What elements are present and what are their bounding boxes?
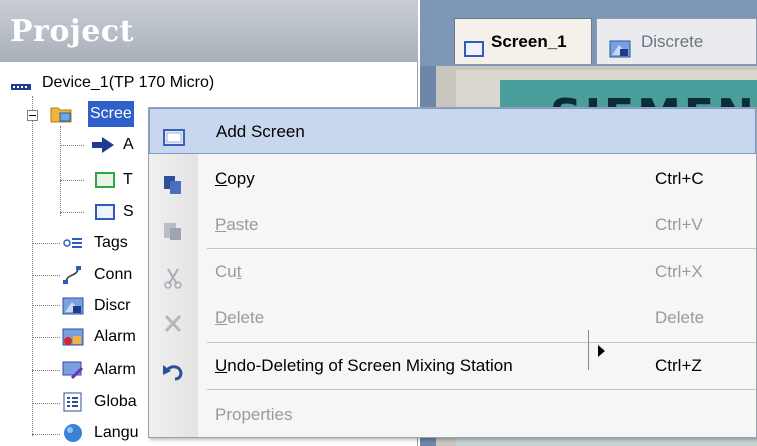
tree-line — [32, 434, 60, 435]
tree-item-label: Globa — [94, 393, 137, 410]
delete-icon — [161, 307, 185, 333]
menu-item-paste[interactable]: Paste Ctrl+V — [149, 202, 756, 248]
alarm-groups-icon — [62, 360, 84, 380]
discrete-alarm-icon — [62, 296, 84, 316]
folder-icon — [50, 104, 72, 124]
tab-label: Screen_1 — [491, 32, 567, 51]
tree-item-label: Tags — [94, 234, 128, 251]
submenu-arrow-icon[interactable] — [598, 345, 605, 357]
tab-discrete-alarms[interactable]: Discrete — [596, 18, 757, 64]
tree-item-label: Langu — [94, 424, 139, 441]
tree-item-label: Discr — [94, 297, 131, 314]
tags-icon — [62, 233, 84, 253]
tree-line — [32, 275, 60, 276]
undo-icon — [161, 355, 185, 381]
tree-item-screens-label: Scree — [88, 101, 134, 127]
device-icon — [10, 73, 32, 93]
menu-item-undo[interactable]: Undo-Deleting of Screen Mixing Station C… — [149, 343, 756, 389]
editor-tab-strip: Screen_1 Discrete — [420, 0, 757, 66]
tree-item-label: A — [123, 136, 134, 153]
tree-item-label: S — [123, 203, 134, 220]
tree-line — [60, 145, 84, 146]
tree-item-device-label: Device_1(TP 170 Micro) — [42, 74, 215, 91]
screen-icon — [463, 31, 485, 57]
menu-item-properties[interactable]: Properties — [149, 392, 756, 438]
menu-item-label: Undo-Deleting of Screen Mixing Station — [215, 356, 513, 375]
globe-icon — [62, 423, 84, 443]
tree-line — [60, 212, 84, 213]
tree-line — [32, 96, 33, 436]
menu-item-label: Delete — [215, 308, 265, 327]
menu-item-cut[interactable]: Cut Ctrl+X — [149, 249, 756, 295]
tab-label: Discrete — [641, 32, 704, 51]
menu-item-label: Add Screen — [216, 122, 305, 141]
tab-screen-1[interactable]: Screen_1 — [454, 18, 592, 64]
menu-item-label: Paste — [215, 215, 259, 234]
menu-item-shortcut: Ctrl+C — [655, 169, 704, 188]
add-screen-icon — [162, 121, 186, 146]
tree-item-label: Conn — [94, 266, 133, 283]
alarm-classes-icon — [62, 327, 84, 347]
tree-line — [60, 180, 84, 181]
tree-line — [32, 243, 60, 244]
menu-item-delete[interactable]: Delete Delete — [149, 295, 756, 341]
connections-icon — [62, 265, 84, 285]
template-screen-icon — [94, 170, 116, 190]
menu-item-copy[interactable]: Copy Ctrl+C — [149, 156, 756, 202]
menu-item-add-screen[interactable]: Add Screen — [149, 108, 756, 154]
tree-line — [32, 337, 60, 338]
global-list-icon — [62, 392, 84, 412]
project-panel-title: Project — [10, 14, 134, 49]
submenu-divider — [588, 330, 589, 370]
project-panel-header: Project — [0, 0, 418, 62]
menu-separator — [207, 389, 756, 390]
context-menu: Add Screen Copy Ctrl+C Paste Ctrl+V Cut … — [148, 107, 757, 438]
tree-line — [32, 403, 60, 404]
screen-icon — [94, 202, 116, 222]
menu-item-label: Properties — [215, 405, 293, 424]
cut-icon — [161, 261, 185, 289]
menu-item-shortcut: Delete — [655, 308, 705, 327]
tree-item-label: Alarm — [94, 328, 136, 345]
arrow-screen-icon — [90, 135, 114, 155]
tree-item-label: Alarm — [94, 361, 136, 378]
discrete-alarm-icon — [609, 31, 631, 58]
menu-item-shortcut: Ctrl+X — [655, 262, 703, 281]
paste-icon — [161, 214, 185, 240]
menu-item-shortcut: Ctrl+Z — [655, 356, 702, 375]
copy-icon — [161, 168, 185, 194]
menu-item-shortcut: Ctrl+V — [655, 215, 703, 234]
tree-line — [60, 126, 61, 216]
tree-item-label: T — [123, 171, 133, 188]
tree-line — [32, 370, 60, 371]
tree-line — [32, 305, 60, 306]
collapse-toggle-icon[interactable] — [27, 110, 38, 121]
menu-item-label: Copy — [215, 169, 255, 188]
menu-item-label: Cut — [215, 262, 242, 281]
